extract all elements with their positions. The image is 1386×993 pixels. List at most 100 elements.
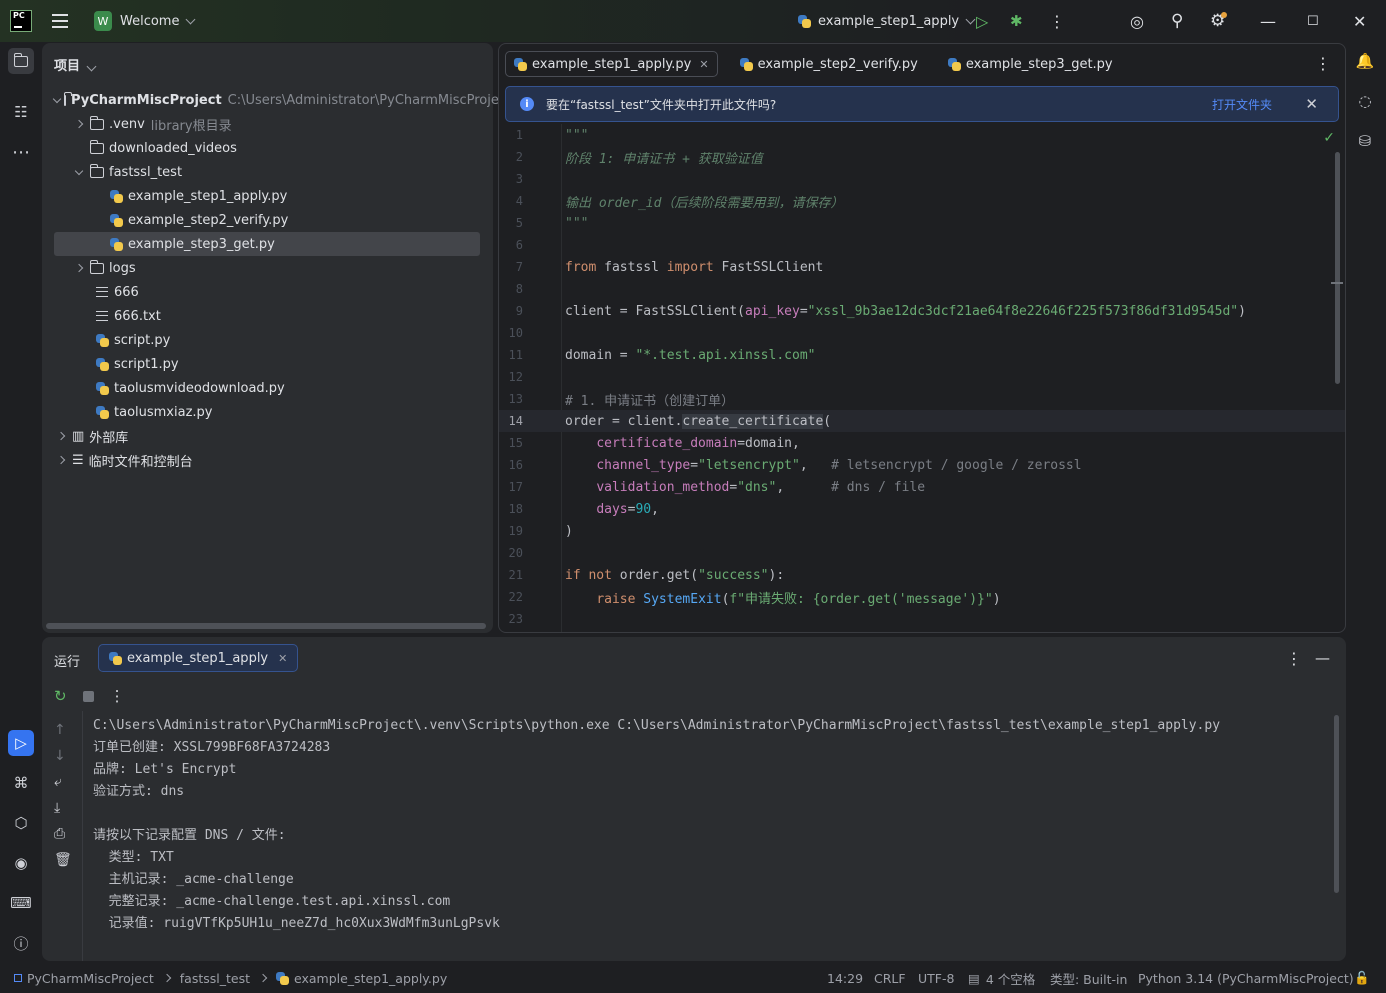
scroll-down-icon[interactable]: ↓ (54, 747, 72, 765)
tree-item-fastssl-test[interactable]: fastssl_test (54, 160, 480, 184)
editor-vertical-scrollbar[interactable] (1335, 152, 1340, 384)
settings-icon[interactable]: ⚙ (1210, 0, 1228, 42)
tree-item-project-root[interactable]: PyCharmMiscProject C:\Users\Administrator… (52, 88, 511, 112)
tab-example-step1[interactable]: example_step1_apply.py ✕ (505, 51, 718, 77)
code-line[interactable]: 5 """ (499, 212, 1345, 234)
minimize-icon[interactable]: — (1260, 0, 1276, 42)
ai-chat-icon[interactable]: ◌ (1352, 88, 1378, 114)
run-config-selector[interactable]: example_step1_apply (798, 0, 976, 42)
problems-icon[interactable]: ⓘ (8, 930, 34, 956)
code-line[interactable]: 2 阶段 1: 申请证书 + 获取验证值 (499, 146, 1345, 168)
close-banner-icon[interactable]: ✕ (1305, 95, 1318, 113)
tree-item-step3[interactable]: example_step3_get.py (54, 232, 480, 256)
code-line[interactable]: 22 raise SystemExit(f"申请失败: {order.get('… (499, 586, 1345, 608)
notifications-icon[interactable]: 🔔 (1352, 48, 1378, 74)
tree-item-666[interactable]: 666 (54, 280, 480, 304)
print-icon[interactable]: ⎙ (54, 825, 72, 843)
tree-item-script1[interactable]: script1.py (54, 352, 480, 376)
code-line[interactable]: 6 (499, 234, 1345, 256)
tree-item-venv[interactable]: .venv library根目录 (54, 112, 480, 136)
code-line[interactable]: 16 channel_type="letsencrypt", # letsenc… (499, 454, 1345, 476)
code-line[interactable]: 3 (499, 168, 1345, 190)
project-selector[interactable]: Welcome (120, 0, 196, 42)
breadcrumb-project[interactable]: PyCharmMiscProject (27, 971, 154, 986)
database-icon[interactable]: ⛁ (1352, 128, 1378, 154)
tree-item-videodownload[interactable]: taolusmvideodownload.py (54, 376, 480, 400)
close-run-tab-icon[interactable]: ✕ (278, 652, 287, 665)
ai-assistant-icon[interactable]: ◎ (1130, 0, 1144, 42)
tab-options-icon[interactable]: ⋮ (1315, 54, 1331, 73)
scroll-up-icon[interactable]: ↑ (54, 721, 72, 739)
terminal-icon[interactable]: ⌨ (8, 890, 34, 916)
hide-panel-icon[interactable]: — (1315, 649, 1330, 667)
more-tools-icon[interactable]: ⋯ (8, 139, 34, 165)
breadcrumb-folder[interactable]: fastssl_test (180, 971, 250, 986)
lock-icon[interactable]: 🔓 (1354, 963, 1370, 993)
console-output[interactable]: C:\Users\Administrator\PyCharmMiscProjec… (82, 711, 1334, 961)
tab-example-step2[interactable]: example_step2_verify.py (732, 51, 926, 77)
tree-item-scratches[interactable]: ☰ 临时文件和控制台 (54, 448, 480, 472)
scroll-to-end-icon[interactable]: ⤓ (54, 799, 72, 817)
code-line[interactable]: 19) (499, 520, 1345, 542)
code-line[interactable]: 7 from fastssl import FastSSLClient (499, 256, 1345, 278)
more-actions-icon[interactable]: ⋮ (1049, 0, 1065, 42)
search-icon[interactable]: ⚲ (1171, 0, 1183, 42)
structure-tool-icon[interactable]: ☷ (8, 99, 34, 125)
indent-setting[interactable]: ▤ 4 个空格 (968, 963, 1035, 993)
line-ending[interactable]: CRLF (874, 963, 906, 993)
close-window-icon[interactable]: ✕ (1353, 0, 1366, 42)
code-line[interactable]: 12 (499, 366, 1345, 388)
run-icon[interactable]: ▷ (976, 0, 988, 42)
tree-item-step1[interactable]: example_step1_apply.py (54, 184, 480, 208)
code-line[interactable]: 9 client = FastSSLClient(api_key="xssl_9b… (499, 300, 1345, 322)
more-run-actions-icon[interactable]: ⋮ (110, 687, 125, 705)
code-line[interactable]: 1 """ (499, 124, 1345, 146)
code-line[interactable]: 15 certificate_domain=domain, (499, 432, 1345, 454)
code-line[interactable]: 17 validation_method="dns", # dns / file (499, 476, 1345, 498)
debug-icon[interactable]: ✱ (1010, 0, 1023, 42)
code-line[interactable]: 11 domain = "*.test.api.xinssl.com" (499, 344, 1345, 366)
file-encoding[interactable]: UTF-8 (918, 963, 954, 993)
services-icon[interactable]: ⬡ (8, 810, 34, 836)
project-panel-header[interactable]: 项目 (54, 55, 97, 74)
maximize-icon[interactable]: ☐ (1307, 0, 1319, 42)
code-line[interactable]: 10 (499, 322, 1345, 344)
code-line[interactable]: 21 if not order.get("success"): (499, 564, 1345, 586)
code-line[interactable]: 18 days=90, (499, 498, 1345, 520)
python-packages-icon[interactable]: ⌘ (8, 770, 34, 796)
debug-tool-icon[interactable]: ◉ (8, 850, 34, 876)
code-line[interactable]: 14 order = client.create_certificate( (499, 410, 1345, 432)
run-options-icon[interactable]: ⋮ (1286, 649, 1302, 668)
python-interpreter[interactable]: Python 3.14 (PyCharmMiscProject) (1138, 963, 1354, 993)
open-folder-link[interactable]: 打开文件夹 (1212, 96, 1272, 113)
main-menu-icon[interactable] (50, 0, 70, 42)
code-line[interactable]: 8 (499, 278, 1345, 300)
breadcrumb-file[interactable]: example_step1_apply.py (294, 971, 447, 986)
code-area[interactable]: 1 """ 2 阶段 1: 申请证书 + 获取验证值 3 4 输出 order_id（后续阶… (499, 124, 1345, 632)
tab-example-step3[interactable]: example_step3_get.py (940, 51, 1121, 77)
code-line[interactable]: 13 # 1. 申请证书（创建订单） (499, 388, 1345, 410)
stop-icon[interactable] (82, 690, 94, 702)
tree-item-script[interactable]: script.py (54, 328, 480, 352)
close-tab-icon[interactable]: ✕ (699, 58, 708, 71)
caret-position[interactable]: 14:29 (827, 963, 863, 993)
code-line[interactable]: 20 (499, 542, 1345, 564)
clear-console-icon[interactable]: 🗑 (54, 851, 72, 869)
soft-wrap-icon[interactable]: ⤶ (54, 773, 72, 791)
tree-item-xiaz[interactable]: taolusmxiaz.py (54, 400, 480, 424)
code-line[interactable]: 23 (499, 608, 1345, 630)
tree-item-external-libraries[interactable]: ▥ 外部库 (54, 424, 480, 448)
pycharm-logo-icon[interactable]: PC (10, 10, 32, 32)
file-type[interactable]: 类型: Built-in (1050, 963, 1127, 993)
tree-item-666-txt[interactable]: 666.txt (54, 304, 480, 328)
run-tool-icon[interactable]: ▷ (8, 730, 34, 756)
tree-item-downloaded-videos[interactable]: downloaded_videos (54, 136, 480, 160)
project-tool-icon[interactable] (8, 48, 34, 74)
run-tab-example-step1[interactable]: example_step1_apply ✕ (98, 644, 299, 672)
rerun-icon[interactable]: ↻ (54, 687, 67, 705)
console-vertical-scrollbar[interactable] (1334, 715, 1339, 893)
tree-item-logs[interactable]: logs (54, 256, 480, 280)
code-line[interactable]: 4 输出 order_id（后续阶段需要用到，请保存） (499, 190, 1345, 212)
tree-item-step2[interactable]: example_step2_verify.py (54, 208, 480, 232)
horizontal-scrollbar[interactable] (46, 623, 486, 629)
